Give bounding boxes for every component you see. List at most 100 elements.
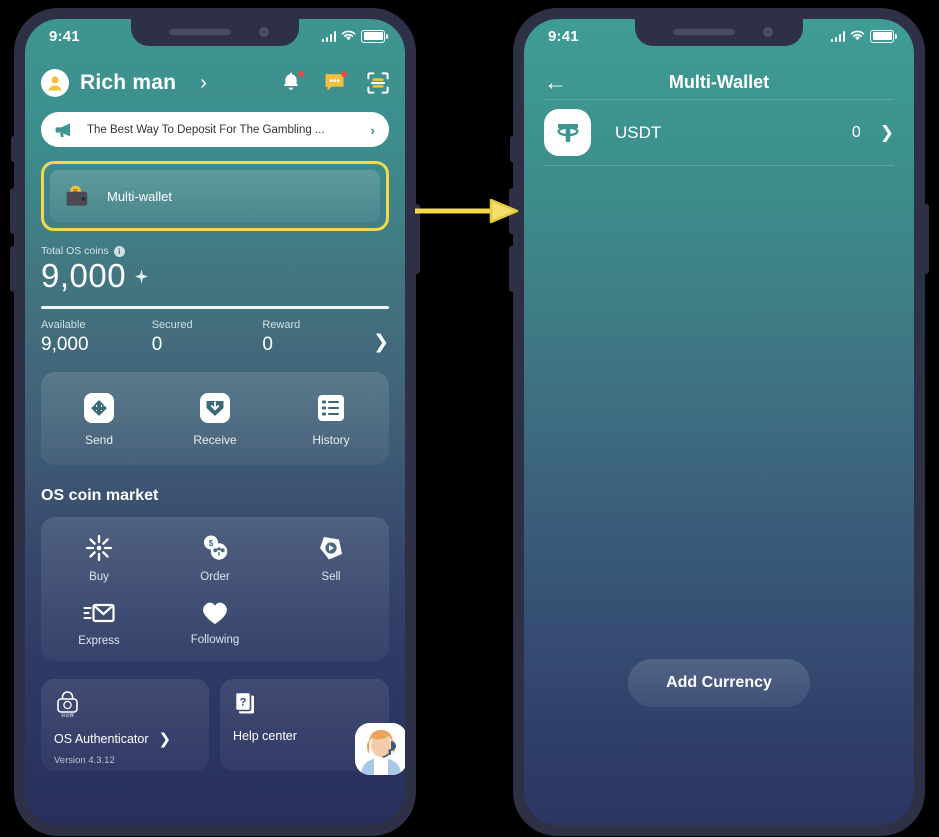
receive-label: Receive: [193, 432, 237, 447]
market-row-2: Express Following: [41, 599, 389, 647]
balance-divider: [41, 306, 389, 309]
earpiece-speaker: [673, 29, 735, 35]
market-express-button[interactable]: Express: [41, 599, 157, 647]
stat-key: Secured: [151, 318, 193, 331]
signal-bars-icon: [830, 30, 845, 42]
header-icon-group: [281, 71, 389, 94]
phone-right-power-button[interactable]: [923, 204, 929, 274]
bell-badge: [298, 71, 304, 77]
megaphone-icon: [55, 122, 70, 137]
user-avatar-icon[interactable]: [41, 69, 69, 97]
send-button[interactable]: Send: [41, 392, 157, 447]
coin-name: USDT: [615, 122, 662, 142]
svg-text:验证器: 验证器: [61, 711, 74, 717]
phone-right-volume-down-button[interactable]: [509, 246, 515, 292]
stat-value: 0: [151, 333, 163, 355]
history-label: History: [312, 432, 350, 447]
phone-right-notch: [635, 19, 803, 46]
balance-amount: 9,000: [41, 257, 127, 294]
coin-amount: 0: [851, 123, 861, 141]
market-following-button[interactable]: Following: [157, 599, 273, 647]
wifi-icon: [850, 30, 865, 41]
os-authenticator-row: OS Authenticator ❯: [54, 730, 196, 748]
announcement-text: The Best Way To Deposit For The Gambling…: [87, 123, 325, 136]
phone-right-mute-button[interactable]: [510, 136, 515, 162]
order-coins-icon: $: [204, 535, 228, 560]
stat-available: Available 9,000: [41, 319, 152, 356]
scan-qr-icon[interactable]: [367, 72, 389, 94]
app-version-label: Version 4.3.12: [54, 754, 115, 766]
coin-chevron-icon[interactable]: ❯: [880, 123, 894, 143]
buy-burst-icon: [85, 534, 113, 561]
multi-wallet-label: Multi-wallet: [107, 188, 173, 204]
front-camera: [259, 27, 269, 37]
status-icons: [321, 29, 388, 43]
sparkle-icon: [135, 269, 148, 284]
username-label: Rich man: [80, 71, 177, 94]
history-button[interactable]: History: [273, 392, 389, 447]
market-order-label: Order: [200, 570, 230, 583]
signal-bars-icon: [321, 30, 336, 42]
status-time: 9:41: [49, 27, 80, 45]
os-authenticator-chevron-icon[interactable]: ❯: [159, 730, 172, 748]
express-envelope-icon: [83, 603, 115, 622]
page-title: Multi-Wallet: [668, 71, 770, 92]
wifi-icon: [341, 30, 356, 41]
send-label: Send: [84, 432, 114, 447]
home-content: Rich man › The Best Way To Deposit For T…: [25, 19, 405, 825]
phone-left-notch: [131, 19, 299, 46]
os-authenticator-card[interactable]: 验证器 OS Authenticator ❯ Version 4.3.12: [41, 678, 209, 771]
bottom-cards-row: 验证器 OS Authenticator ❯ Version 4.3.12 ?: [41, 678, 405, 775]
flow-arrow-right-icon: [415, 198, 519, 224]
wallet-actions-row: Send Receive History: [41, 372, 389, 465]
market-row-1: Buy $ Order Sell: [41, 533, 389, 583]
wallet-coin-icon: B: [66, 185, 88, 206]
market-section-title: OS coin market: [41, 486, 159, 504]
back-arrow-icon[interactable]: ←: [544, 70, 567, 94]
profile-chevron-icon[interactable]: ›: [200, 72, 207, 95]
market-card: Buy $ Order Sell Express Following: [41, 516, 389, 661]
announcement-banner[interactable]: The Best Way To Deposit For The Gambling…: [41, 112, 389, 147]
front-camera: [763, 27, 773, 37]
battery-icon: [870, 29, 897, 43]
multi-wallet-button[interactable]: B Multi-wallet: [50, 170, 380, 222]
status-icons: [830, 29, 897, 43]
market-buy-button[interactable]: Buy: [41, 533, 157, 583]
phone-left-volume-down-button[interactable]: [10, 246, 16, 292]
usdt-tether-icon: [544, 109, 591, 156]
stats-chevron-icon[interactable]: ❯: [373, 331, 389, 356]
coin-row-divider-bottom: [544, 165, 894, 166]
receive-icon: [200, 392, 230, 423]
coin-row-usdt[interactable]: USDT 0 ❯: [524, 100, 914, 165]
send-icon: [84, 392, 114, 423]
stat-secured: Secured 0: [152, 319, 263, 356]
receive-button[interactable]: Receive: [157, 392, 273, 447]
support-agent-avatar-icon[interactable]: [355, 722, 405, 775]
phone-left-screen: 9:41 Rich man › The Best Way To Deposit …: [25, 19, 405, 825]
market-sell-button[interactable]: Sell: [273, 533, 389, 583]
question-doc-icon: ?: [234, 691, 254, 714]
multi-wallet-content: ← Multi-Wallet USDT 0 ❯ Add Currency: [524, 19, 914, 825]
phone-right-screen: 9:41 ← Multi-Wallet USDT 0 ❯ Add Currenc…: [524, 19, 914, 825]
status-time: 9:41: [548, 27, 579, 45]
market-sell-label: Sell: [321, 570, 341, 583]
market-order-button[interactable]: $ Order: [157, 533, 273, 583]
info-icon[interactable]: i: [113, 245, 125, 257]
announcement-chevron-icon[interactable]: ›: [370, 122, 375, 138]
market-slot-empty: [273, 599, 389, 647]
battery-icon: [361, 29, 388, 43]
stat-value: 9,000: [41, 333, 89, 355]
balance-label-row: Total OS coins i: [41, 245, 389, 257]
svg-text:?: ?: [240, 696, 247, 708]
phone-left-volume-up-button[interactable]: [10, 188, 16, 234]
heart-icon: [203, 602, 227, 624]
sell-tag-icon: [320, 536, 342, 560]
wallet-actions-card: Send Receive History: [41, 371, 389, 465]
market-following-label: Following: [190, 633, 240, 646]
authenticator-icon: 验证器: [57, 691, 78, 718]
help-center-card[interactable]: ? Help center: [220, 678, 405, 775]
phone-left-mute-button[interactable]: [11, 136, 16, 162]
bell-icon[interactable]: [281, 71, 304, 94]
add-currency-button[interactable]: Add Currency: [628, 659, 810, 707]
message-icon[interactable]: [324, 71, 347, 94]
